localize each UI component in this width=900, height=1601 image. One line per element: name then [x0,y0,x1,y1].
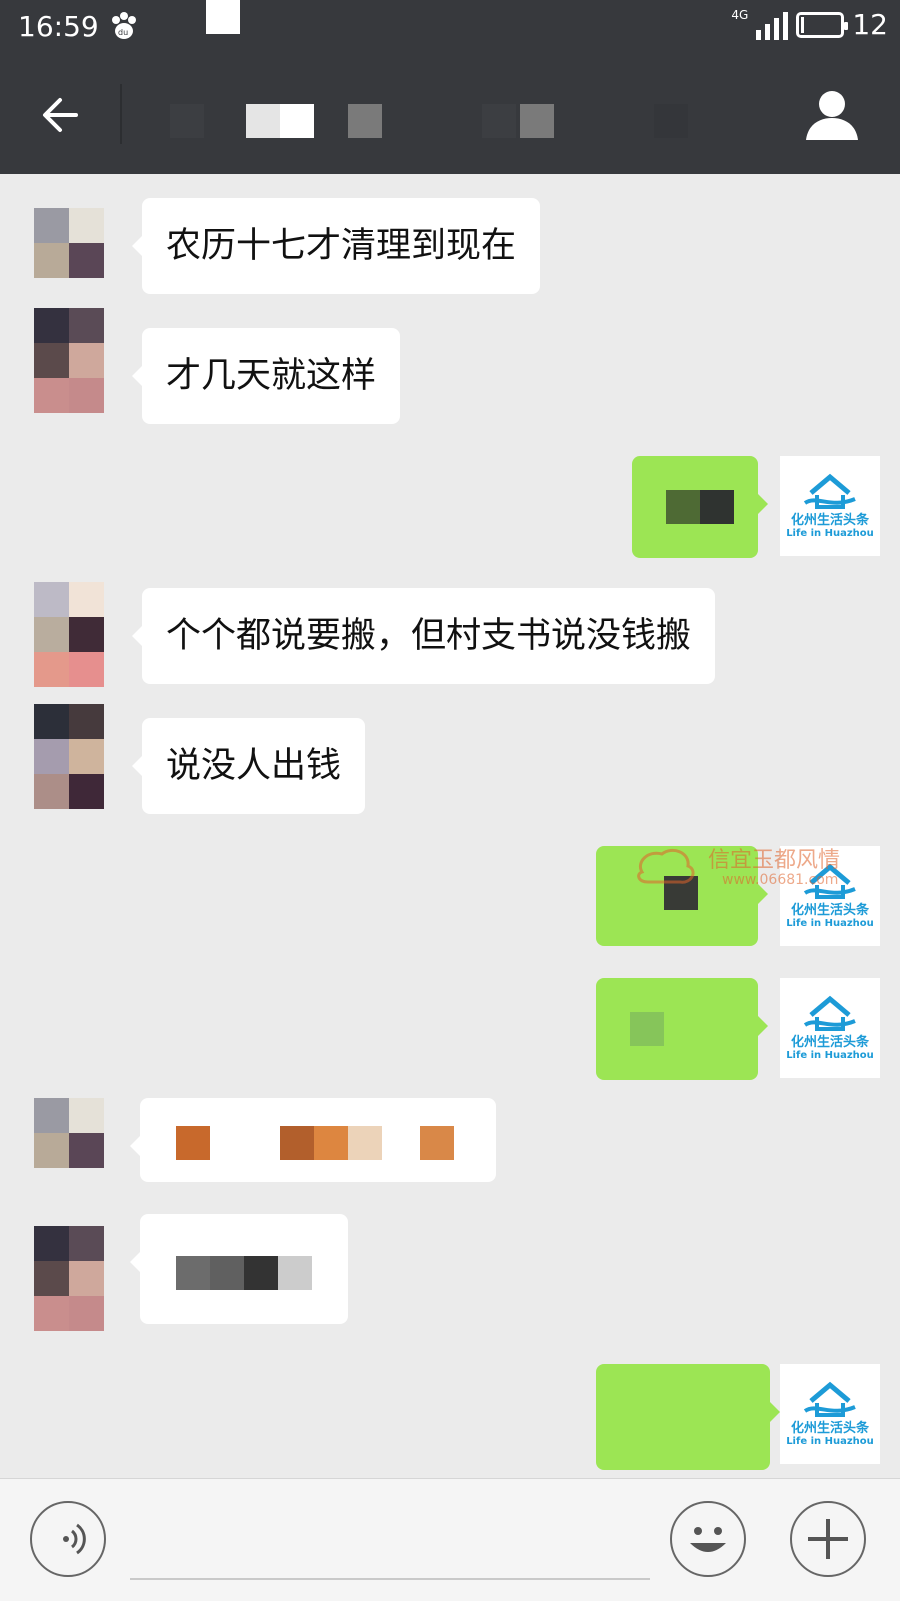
brand-name-zh: 化州生活头条 [790,902,869,918]
redacted-block [420,1126,454,1160]
chat-title-redacted [170,104,688,146]
redacted-block [176,1126,210,1160]
message-bubble[interactable]: 农历十七才清理到现在 [131,198,541,294]
network-type: 4G [731,7,749,22]
message-input-field[interactable] [130,1578,650,1580]
baidu-paw-icon: du [108,10,140,49]
emoji-button[interactable] [670,1501,746,1577]
voice-icon [63,1523,86,1555]
house-logo-icon [803,473,856,509]
watermark-url: www.06681.com [722,872,839,888]
redacted-block [314,1126,348,1160]
house-logo-icon [803,995,856,1031]
avatar[interactable] [34,1226,104,1331]
message-bubble-sent[interactable] [596,1364,780,1470]
brand-name-zh: 化州生活头条 [790,1420,869,1436]
brand-name-en: Life in Huazhou [786,1435,874,1447]
message-bubble[interactable]: 个个都说要搬，但村支书说没钱搬 [131,588,716,684]
message-bubble-sent[interactable] [632,456,768,558]
redacted-block [210,1256,244,1290]
watermark-logo-icon [637,849,695,884]
back-arrow-icon[interactable] [36,90,86,140]
message-bubble[interactable]: 说没人出钱 [131,718,366,814]
voice-button[interactable] [30,1501,106,1577]
brand-name-en: Life in Huazhou [786,527,874,539]
brand-name-zh: 化州生活头条 [790,512,869,528]
watermark-text: 信宜玉都风情 [708,848,841,873]
signal-icon [756,10,789,40]
message-bubble[interactable]: 才几天就这样 [131,328,401,424]
status-right: 4G 12 [731,7,888,42]
avatar-life-in-huazhou[interactable]: 化州生活头条 Life in Huazhou [780,978,880,1078]
battery-icon [796,11,849,38]
avatar-life-in-huazhou[interactable]: 化州生活头条 Life in Huazhou [780,456,880,556]
plus-icon [808,1519,848,1559]
avatar[interactable] [34,308,104,413]
status-redacted-block [206,0,240,34]
message-list[interactable]: 农历十七才清理到现在 才几天就这样 化州生活头条 Life in Huazhou [0,174,900,1478]
avatar[interactable] [34,208,104,278]
avatar-life-in-huazhou[interactable]: 化州生活头条 Life in Huazhou [780,1364,880,1464]
avatar[interactable] [34,704,104,809]
plus-button[interactable] [790,1501,866,1577]
house-logo-icon [803,1381,856,1417]
person-icon[interactable] [802,84,862,144]
brand-name-en: Life in Huazhou [786,917,874,929]
status-time: 16:59 [18,10,99,43]
avatar[interactable] [34,582,104,687]
status-bar: 16:59 du 4G 12 [0,0,900,54]
emoji-icon [690,1527,726,1552]
header-divider [120,84,122,144]
watermark: 信宜玉都风情 www.06681.com [632,842,862,902]
message-bubble-sent[interactable] [596,978,768,1080]
redacted-block [278,1256,312,1290]
brand-name-en: Life in Huazhou [786,1049,874,1061]
brand-name-zh: 化州生活头条 [790,1034,869,1050]
input-bar [0,1478,900,1601]
redacted-block [244,1256,278,1290]
chat-header [0,54,900,174]
svg-text:du: du [118,28,128,37]
redacted-block [348,1126,382,1160]
redacted-block [280,1126,314,1160]
battery-level: 12 [852,8,888,41]
redacted-block [176,1256,210,1290]
avatar[interactable] [34,1098,104,1168]
